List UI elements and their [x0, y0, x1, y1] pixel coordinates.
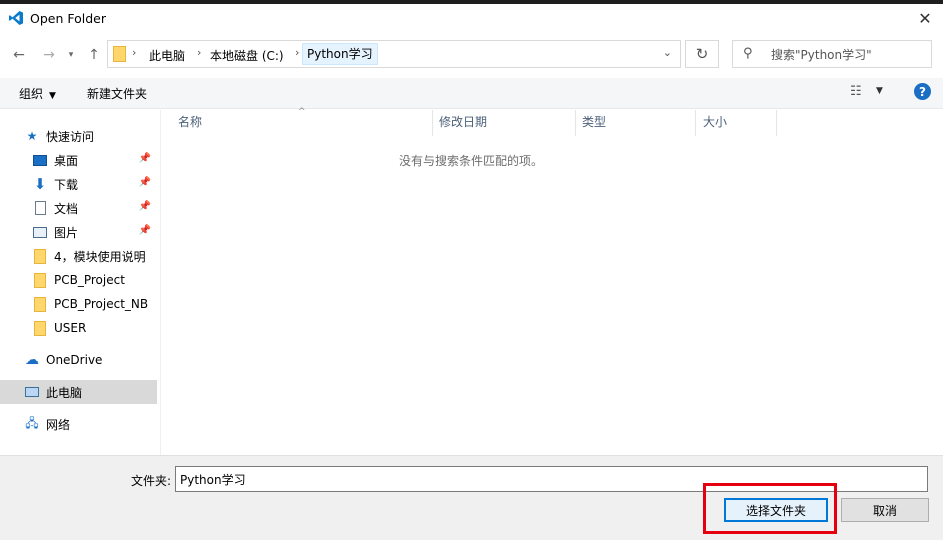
caret-down-icon[interactable]: ▼	[876, 86, 883, 96]
sidebar-item-label: PCB_Project	[54, 273, 125, 287]
pin-icon: 📌	[138, 153, 151, 164]
sidebar-item-label: USER	[54, 321, 87, 335]
column-header-name[interactable]: 名称	[178, 110, 202, 134]
forward-button[interactable]: →	[40, 46, 58, 64]
sidebar-item-label: 网络	[46, 417, 71, 432]
vscode-icon	[9, 11, 23, 25]
chevron-right-icon: ›	[132, 46, 137, 59]
file-list: ^ 名称 修改日期 类型 大小 没有与搜索条件匹配的项。	[161, 107, 943, 455]
column-divider[interactable]	[695, 110, 696, 136]
sidebar-item-label: 快速访问	[46, 129, 95, 144]
title-bar: Open Folder ✕	[0, 4, 943, 32]
organize-menu[interactable]: 组织 ▼	[19, 85, 56, 102]
close-button[interactable]: ✕	[907, 4, 943, 32]
address-bar[interactable]: › 此电脑 › 本地磁盘 (C:) › Python学习 ⌄	[107, 40, 681, 68]
document-icon	[32, 200, 48, 216]
view-options-icon[interactable]: ☷	[850, 84, 862, 99]
refresh-button[interactable]: ↻	[685, 40, 719, 68]
new-folder-button[interactable]: 新建文件夹	[87, 85, 147, 102]
folder-label: 文件夹:	[131, 474, 172, 488]
folder-icon	[32, 320, 48, 336]
sidebar-item-label: PCB_Project_NB	[54, 297, 149, 311]
highlight-annotation	[703, 483, 837, 534]
search-input[interactable]	[769, 45, 928, 65]
computer-icon	[24, 384, 40, 400]
up-button[interactable]: ↑	[85, 46, 103, 64]
sidebar-item-folder[interactable]: USER	[32, 316, 157, 340]
sidebar-item-label: OneDrive	[46, 353, 103, 367]
sidebar-item-label: 4，模块使用说明	[54, 249, 146, 264]
download-icon: ⬇	[33, 175, 47, 193]
chevron-right-icon: ›	[295, 46, 300, 59]
sidebar-item-folder[interactable]: PCB_Project_NB	[32, 292, 157, 316]
sidebar-item-desktop[interactable]: 桌面 📌	[32, 148, 157, 172]
open-folder-dialog: Open Folder ✕ ← → ▾ ↑ › 此电脑 › 本地磁盘 (C:) …	[0, 0, 943, 540]
search-box[interactable]: ⚲	[732, 40, 932, 68]
sidebar-item-network[interactable]: 🖧 网络	[24, 412, 157, 436]
sidebar-item-folder[interactable]: 4，模块使用说明	[32, 244, 157, 268]
sort-ascending-icon: ^	[298, 107, 306, 117]
close-icon: ✕	[918, 8, 932, 28]
pin-icon: 📌	[138, 201, 151, 212]
sidebar-item-this-pc[interactable]: 此电脑	[0, 380, 157, 404]
column-divider[interactable]	[575, 110, 576, 136]
pin-icon: 📌	[138, 177, 151, 188]
back-button[interactable]: ←	[10, 46, 28, 64]
arrow-left-icon: ←	[13, 47, 25, 63]
network-icon: 🖧	[25, 415, 39, 430]
sidebar-item-label: 桌面	[54, 153, 79, 168]
chevron-down-icon[interactable]: ⌄	[663, 46, 672, 59]
folder-icon	[32, 248, 48, 264]
sidebar-item-label: 图片	[54, 225, 79, 240]
sidebar-item-label: 下载	[54, 177, 79, 192]
sidebar-item-label: 此电脑	[46, 385, 83, 400]
folder-icon	[32, 272, 48, 288]
chevron-down-icon: ▾	[68, 50, 74, 60]
column-header-size[interactable]: 大小	[703, 110, 727, 134]
sidebar-item-folder[interactable]: PCB_Project	[32, 268, 157, 292]
command-bar: 组织 ▼ 新建文件夹 ☷ ▼ ?	[0, 78, 943, 109]
navigation-pane: ★ 快速访问 桌面 📌 ⬇ 下载 📌 文档 📌 图片 📌 4，模块使用说明 PCB_…	[0, 110, 160, 455]
pin-icon: 📌	[138, 225, 151, 236]
pictures-icon	[32, 224, 48, 240]
chevron-right-icon: ›	[197, 46, 202, 59]
column-header-date[interactable]: 修改日期	[439, 110, 487, 134]
sidebar-item-pictures[interactable]: 图片 📌	[32, 220, 157, 244]
desktop-icon	[32, 152, 48, 168]
column-header-type[interactable]: 类型	[582, 110, 606, 134]
breadcrumb-current-folder[interactable]: Python学习	[302, 43, 378, 65]
cancel-button[interactable]: 取消	[841, 498, 929, 522]
sidebar-item-label: 文档	[54, 201, 79, 216]
arrow-right-icon: →	[43, 47, 55, 63]
sidebar-item-documents[interactable]: 文档 📌	[32, 196, 157, 220]
recent-locations-button[interactable]: ▾	[62, 46, 80, 64]
folder-icon	[113, 46, 126, 62]
search-icon: ⚲	[743, 46, 753, 61]
breadcrumb-this-pc[interactable]: 此电脑	[149, 47, 185, 64]
empty-message: 没有与搜索条件匹配的项。	[398, 154, 543, 168]
refresh-icon: ↻	[695, 45, 709, 63]
arrow-up-icon: ↑	[88, 47, 100, 63]
help-icon[interactable]: ?	[914, 83, 931, 100]
star-icon: ★	[26, 129, 38, 143]
sidebar-item-quick-access[interactable]: ★ 快速访问	[24, 124, 157, 148]
breadcrumb-local-disk[interactable]: 本地磁盘 (C:)	[210, 47, 284, 64]
sidebar-item-downloads[interactable]: ⬇ 下载 📌	[32, 172, 157, 196]
caret-down-icon: ▼	[49, 91, 56, 101]
cloud-icon: ☁	[25, 352, 39, 368]
column-divider[interactable]	[432, 110, 433, 136]
window-title: Open Folder	[30, 11, 106, 26]
folder-icon	[32, 296, 48, 312]
sidebar-item-onedrive[interactable]: ☁ OneDrive	[24, 348, 157, 372]
column-divider[interactable]	[776, 110, 777, 136]
organize-label: 组织	[19, 87, 44, 101]
